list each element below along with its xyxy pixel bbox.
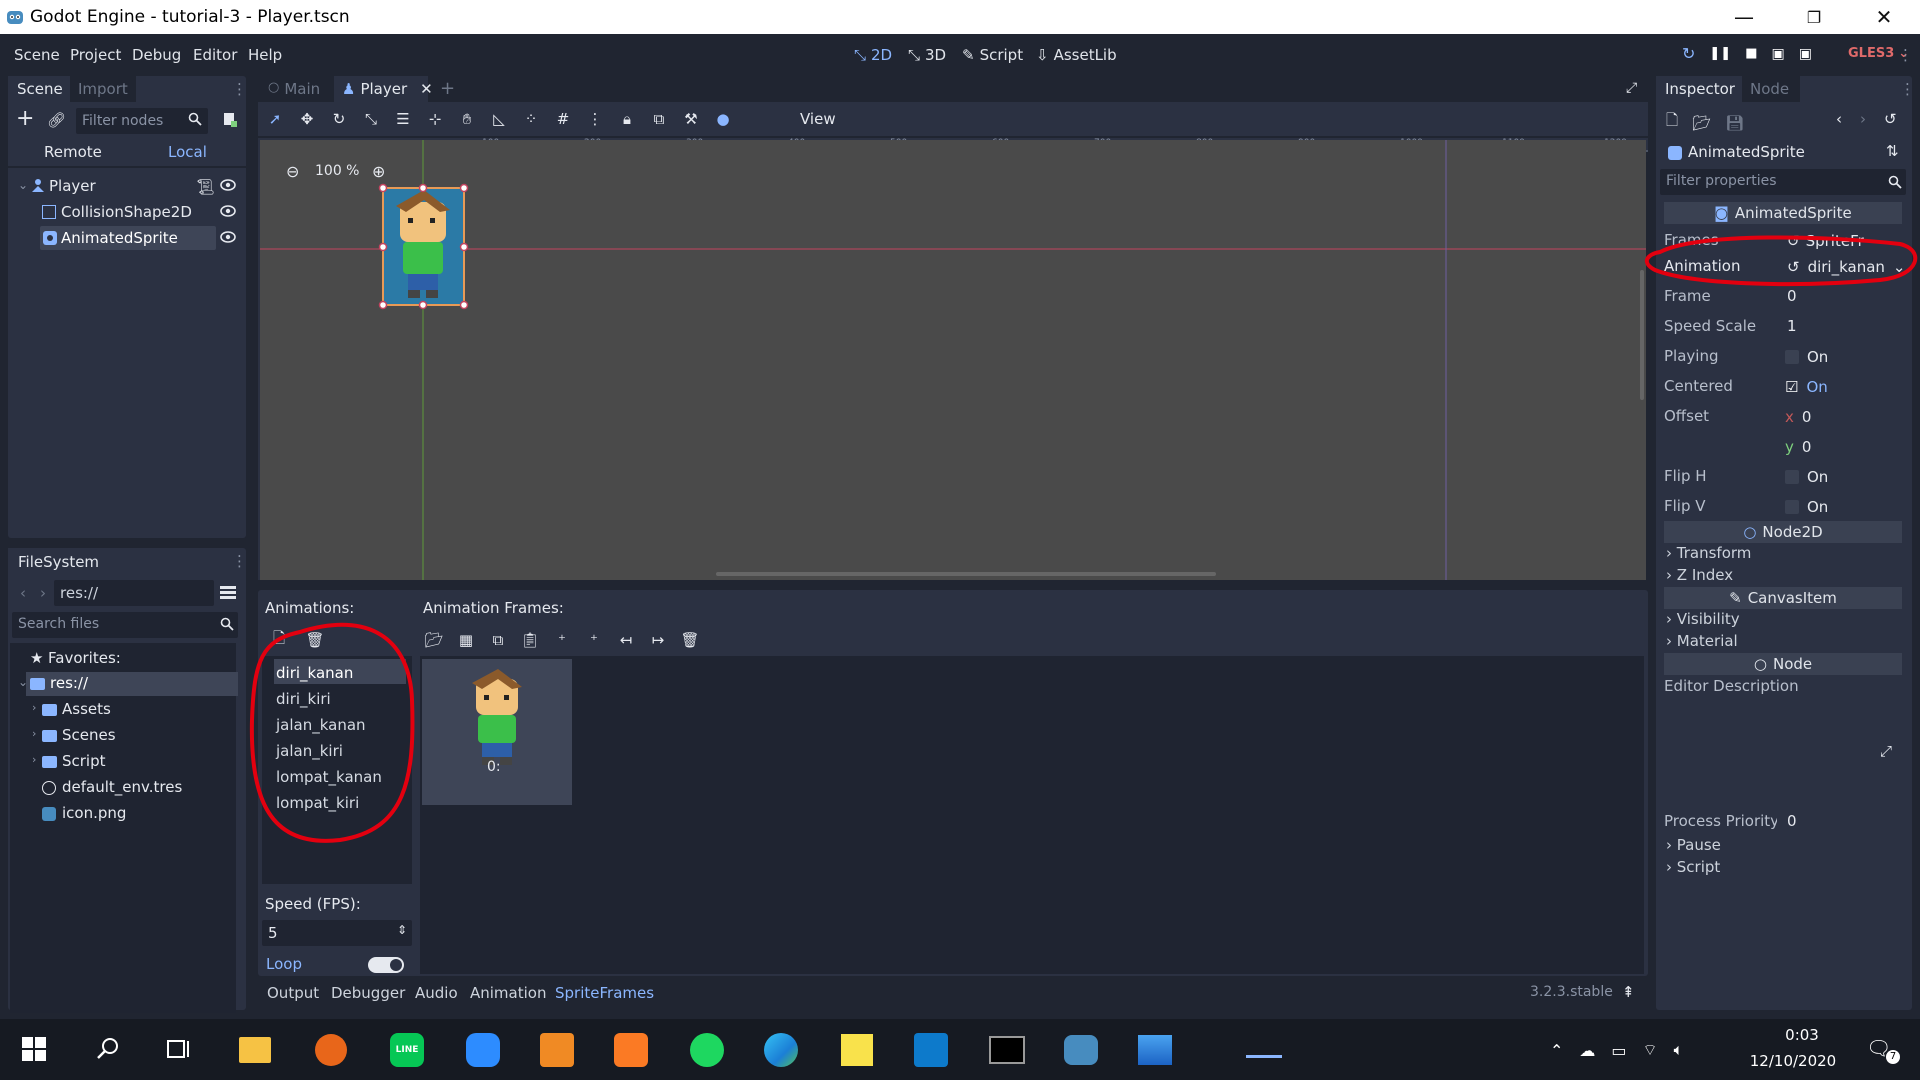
red-annotation-overlay	[249, 235, 1918, 843]
wifi-icon[interactable]: ⌔	[1643, 1040, 1658, 1060]
taskbar-active-indicator	[1246, 1055, 1282, 1058]
windows-start-icon[interactable]	[22, 1037, 46, 1061]
clock-date[interactable]: 12/10/2020	[1738, 1052, 1848, 1070]
battery-icon[interactable]: ▭	[1611, 1041, 1626, 1060]
notification-count: 7	[1886, 1050, 1900, 1064]
line-icon[interactable]: LINE	[384, 1027, 430, 1073]
zoom-icon[interactable]	[460, 1027, 506, 1073]
task-view-icon[interactable]	[166, 1037, 192, 1061]
xampp-icon[interactable]	[608, 1027, 654, 1073]
spotify-icon[interactable]	[684, 1027, 730, 1073]
vscode-icon[interactable]	[908, 1027, 954, 1073]
system-tray: ⌃ ☁ ▭ ⌔ 🔈︎	[1550, 1040, 1683, 1060]
firefox-icon[interactable]	[308, 1027, 354, 1073]
edge-icon[interactable]	[758, 1027, 804, 1073]
sticky-notes-icon[interactable]	[834, 1027, 880, 1073]
search-icon[interactable]	[96, 1036, 120, 1060]
sublime-text-icon[interactable]	[534, 1027, 580, 1073]
clock-time[interactable]: 0:03	[1762, 1026, 1842, 1044]
terminal-icon[interactable]	[984, 1027, 1030, 1073]
godot-icon[interactable]	[1058, 1027, 1104, 1073]
volume-icon[interactable]: 🔈︎	[1674, 1040, 1684, 1060]
onedrive-icon[interactable]: ☁	[1579, 1041, 1595, 1060]
chevron-up-icon[interactable]: ⌃	[1550, 1041, 1563, 1060]
photos-icon[interactable]	[1132, 1027, 1178, 1073]
file-explorer-icon[interactable]	[232, 1027, 278, 1073]
